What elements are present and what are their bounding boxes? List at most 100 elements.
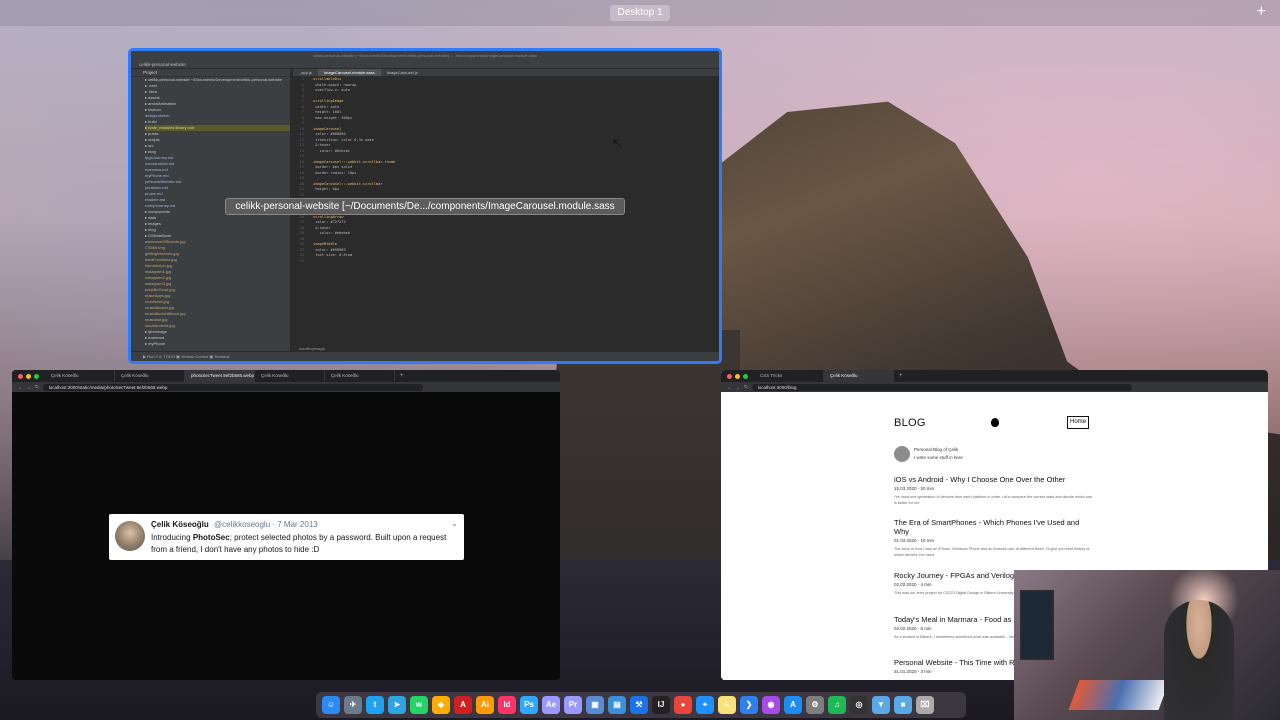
- back-icon[interactable]: ←: [727, 385, 732, 390]
- url-field[interactable]: localhost:3000/blog: [751, 383, 1132, 391]
- reload-icon[interactable]: ↻: [744, 384, 748, 390]
- safari-icon[interactable]: ⌖: [696, 696, 714, 714]
- intellij-icon[interactable]: IJ: [652, 696, 670, 714]
- premiere-icon[interactable]: Pr: [564, 696, 582, 714]
- maximize-window-button[interactable]: [34, 373, 39, 379]
- chrome-icon[interactable]: ●: [674, 696, 692, 714]
- tab-strip: Çelik Köseðlu Çelik Köseðlu photoSecTweet.…: [12, 370, 560, 382]
- blog-post[interactable]: iOS vs Android - Why I Choose One Over t…: [894, 475, 1094, 506]
- post-title[interactable]: iOS vs Android - Why I Choose One Over t…: [894, 475, 1094, 484]
- preview-icon[interactable]: ▣: [586, 696, 604, 714]
- code-text: height: 0px: [311, 187, 340, 191]
- files-icon[interactable]: ▤: [608, 696, 626, 714]
- vscode-icon[interactable]: ❯: [740, 696, 758, 714]
- podcasts-icon[interactable]: ◉: [762, 696, 780, 714]
- documents-folder-icon[interactable]: ■: [894, 696, 912, 714]
- editor-tab[interactable]: _app.js: [293, 69, 318, 76]
- editor-tab[interactable]: ImageCarousel.module.sass: [317, 69, 381, 76]
- close-window-button[interactable]: [727, 373, 732, 379]
- desktop-1-thumbnail[interactable]: Desktop 1: [610, 5, 670, 21]
- forward-icon[interactable]: →: [27, 385, 32, 390]
- spotify-icon[interactable]: ♫: [828, 696, 846, 714]
- code-text: border-radius: 10px: [311, 170, 357, 175]
- launchpad-icon[interactable]: ✈: [344, 696, 362, 714]
- chrome-window-tweet[interactable]: Çelik Köseðlu Çelik Köseðlu photoSecTweet.…: [12, 370, 560, 680]
- code-text: overflow-x: auto: [311, 88, 350, 92]
- mouse-cursor-icon: ↖: [612, 136, 623, 150]
- address-bar-row: ← → ↻ localhost:3000/blog: [721, 382, 1268, 392]
- editor-tabs: _app.js ImageCarousel.module.sass ImageCar…: [293, 69, 719, 76]
- tree-item[interactable]: ▸ myPhone: [145, 341, 290, 347]
- code-text: color: #bcbcbc: [311, 148, 350, 153]
- code-text: color: #ebebeb: [311, 231, 350, 235]
- line-number: 34: [299, 258, 304, 263]
- add-desktop-button[interactable]: +: [1257, 3, 1266, 21]
- trash-icon[interactable]: ⌧: [916, 696, 934, 714]
- back-icon[interactable]: ←: [18, 385, 23, 390]
- sketch-icon[interactable]: ◆: [432, 696, 450, 714]
- browser-tab[interactable]: Çelik Köseðlu: [115, 370, 185, 382]
- acrobat-icon[interactable]: A: [454, 696, 472, 714]
- webcam-monitor: [1020, 590, 1054, 660]
- browser-tabs: CSS Tricks Çelik Köseðlu: [754, 370, 894, 382]
- twitter-icon[interactable]: t: [366, 696, 384, 714]
- post-date: 15.03.2020 - 20 min: [894, 486, 935, 491]
- code-text: font-size: 0.6rem: [311, 253, 353, 257]
- minimize-window-button[interactable]: [735, 373, 740, 379]
- tab-strip: CSS Tricks Çelik Köseðlu +: [721, 370, 1268, 382]
- notes-icon[interactable]: ≡: [718, 696, 736, 714]
- close-window-button[interactable]: [18, 373, 23, 379]
- apple-logo-icon[interactable]: [991, 418, 999, 427]
- editor-tab[interactable]: ImageCarousel.js: [381, 69, 424, 76]
- project-panel-header[interactable]: Project: [131, 69, 290, 77]
- code-line: 34: [293, 259, 719, 265]
- ide-toolbar: celikk-personal-website: [131, 60, 719, 69]
- window-controls: [721, 373, 754, 379]
- minimize-window-button[interactable]: [26, 373, 31, 379]
- tweet-text: Introducing PhotoSec; protect selected p…: [151, 533, 447, 554]
- ide-status-bar: ▶ Run ≡ 6: TODO ▣ Version Control ▣ Term…: [131, 351, 719, 361]
- forward-icon[interactable]: →: [736, 385, 741, 390]
- reload-icon[interactable]: ↻: [35, 384, 39, 390]
- browser-tabs: Çelik Köseðlu Çelik Köseðlu photoSecTweet.…: [45, 370, 395, 382]
- page-title: BLOG: [894, 417, 926, 429]
- blog-subtitle: Personal Blog of Çelik: [914, 447, 959, 452]
- window-title-tooltip: celikk-personal-website [~/Documents/De.…: [225, 198, 625, 215]
- system-prefs-icon[interactable]: ⚙: [806, 696, 824, 714]
- maximize-window-button[interactable]: [743, 373, 748, 379]
- post-excerpt: I've used one generation of devices from…: [894, 495, 1093, 505]
- post-date: 01.03.2020 - 15 min: [894, 538, 935, 543]
- browser-tab[interactable]: Çelik Köseðlu: [255, 370, 325, 382]
- avatar: [894, 446, 910, 462]
- after-effects-icon[interactable]: Ae: [542, 696, 560, 714]
- new-tab-button[interactable]: +: [395, 373, 404, 379]
- appstore-icon[interactable]: A: [784, 696, 802, 714]
- webcam-keyboard: [1068, 680, 1170, 710]
- photoshop-icon[interactable]: Ps: [520, 696, 538, 714]
- indesign-icon[interactable]: Id: [498, 696, 516, 714]
- new-tab-button[interactable]: +: [894, 373, 903, 379]
- illustrator-icon[interactable]: Ai: [476, 696, 494, 714]
- url-field[interactable]: localhost:3000/static/media/photoSecTwee…: [42, 383, 423, 391]
- browser-tab[interactable]: Çelik Köseðlu: [824, 370, 894, 382]
- finder-icon[interactable]: ☺: [322, 696, 340, 714]
- avatar: [115, 521, 145, 551]
- home-button[interactable]: Home: [1067, 416, 1089, 429]
- telegram-icon[interactable]: ➤: [388, 696, 406, 714]
- blog-post[interactable]: The Era of SmartPhones - Which Phones I'…: [894, 518, 1094, 558]
- webcam-overlay: [1014, 570, 1280, 720]
- tree-item[interactable]: ▸ celikk-personal-website ~/Documents/De…: [145, 77, 290, 83]
- xcode-icon[interactable]: ⚒: [630, 696, 648, 714]
- browser-tab[interactable]: photoSecTweet.9ef2b565.webp: [185, 370, 255, 382]
- whatsapp-icon[interactable]: w: [410, 696, 428, 714]
- tweet-author-name: Çelik Köseoğlu: [151, 520, 209, 529]
- browser-tab[interactable]: Çelik Köseðlu: [325, 370, 395, 382]
- browser-tab[interactable]: CSS Tricks: [754, 370, 824, 382]
- post-title[interactable]: The Era of SmartPhones - Which Phones I'…: [894, 518, 1094, 536]
- downloads-folder-icon[interactable]: ▼: [872, 696, 890, 714]
- tweet-image-page: Çelik Köseoğlu @celikkoseoglu · 7 Mar 20…: [12, 392, 560, 680]
- browser-tab[interactable]: Çelik Köseðlu: [45, 370, 115, 382]
- blog-description: I write some stuff in here: [914, 455, 963, 460]
- obs-icon[interactable]: ◎: [850, 696, 868, 714]
